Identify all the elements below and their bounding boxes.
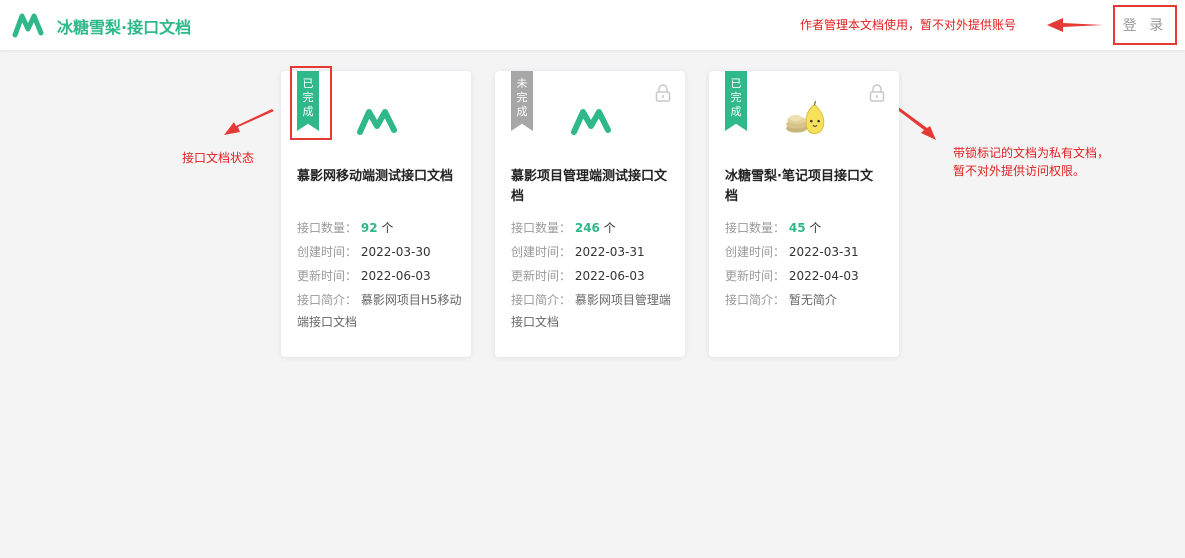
- lock-annotation-line2: 暂不对外提供访问权限。: [953, 164, 1086, 178]
- updated-row: 更新时间： 2022-06-03: [511, 269, 645, 283]
- desc-row: 接口简介： 慕影网项目H5移动端接口文档: [297, 293, 462, 329]
- status-ribbon: 已 完 成: [297, 71, 319, 131]
- login-arrow-icon: [1047, 18, 1103, 32]
- desc-row: 接口简介： 暂无简介: [725, 293, 837, 307]
- lock-icon: [869, 84, 885, 102]
- updated-row: 更新时间： 2022-04-03: [725, 269, 859, 283]
- created-row: 创建时间： 2022-03-31: [725, 245, 859, 259]
- doc-title[interactable]: 慕影网移动端测试接口文档: [297, 167, 457, 187]
- api-count-row: 接口数量： 246 个: [511, 221, 616, 235]
- top-header: 冰糖雪梨·接口文档 作者管理本文档使用，暂不对外提供账号 登 录: [0, 0, 1185, 50]
- status-ribbon: 未 完 成: [511, 71, 533, 131]
- author-note-annotation: 作者管理本文档使用，暂不对外提供账号: [800, 18, 1017, 32]
- site-logo-icon[interactable]: [12, 11, 44, 39]
- lock-annotation-line1: 带锁标记的文档为私有文档，: [953, 146, 1110, 160]
- api-count-row: 接口数量： 92 个: [297, 221, 394, 235]
- pear-mascot-icon: [786, 101, 825, 135]
- m-logo-icon: [357, 109, 397, 135]
- api-count-row: 接口数量： 45 个: [725, 221, 822, 235]
- updated-row: 更新时间： 2022-06-03: [297, 269, 431, 283]
- doc-card[interactable]: 已 完 成 冰糖雪梨·笔记项目接口文档 接口数量： 45 个 创建时间： 202…: [709, 71, 899, 357]
- desc-row: 接口简介： 慕影网项目管理端接口文档: [511, 293, 671, 329]
- doc-title[interactable]: 慕影项目管理端测试接口文档: [511, 167, 671, 207]
- lock-icon: [655, 84, 671, 102]
- created-row: 创建时间： 2022-03-30: [297, 245, 431, 259]
- site-title[interactable]: 冰糖雪梨·接口文档: [57, 14, 191, 38]
- doc-title[interactable]: 冰糖雪梨·笔记项目接口文档: [725, 167, 885, 207]
- login-button[interactable]: 登 录: [1113, 5, 1177, 45]
- created-row: 创建时间： 2022-03-31: [511, 245, 645, 259]
- doc-card[interactable]: 已 完 成 慕影网移动端测试接口文档 接口数量： 92 个 创建时间： 2022…: [281, 66, 471, 357]
- status-annotation: 接口文档状态: [182, 151, 255, 165]
- doc-card[interactable]: 未 完 成 慕影项目管理端测试接口文档 接口数量： 246 个 创建时间： 20…: [495, 71, 685, 357]
- lock-arrow-icon: [895, 106, 936, 140]
- m-logo-icon: [571, 109, 611, 135]
- status-ribbon: 已 完 成: [725, 71, 747, 131]
- status-arrow-icon: [224, 109, 274, 135]
